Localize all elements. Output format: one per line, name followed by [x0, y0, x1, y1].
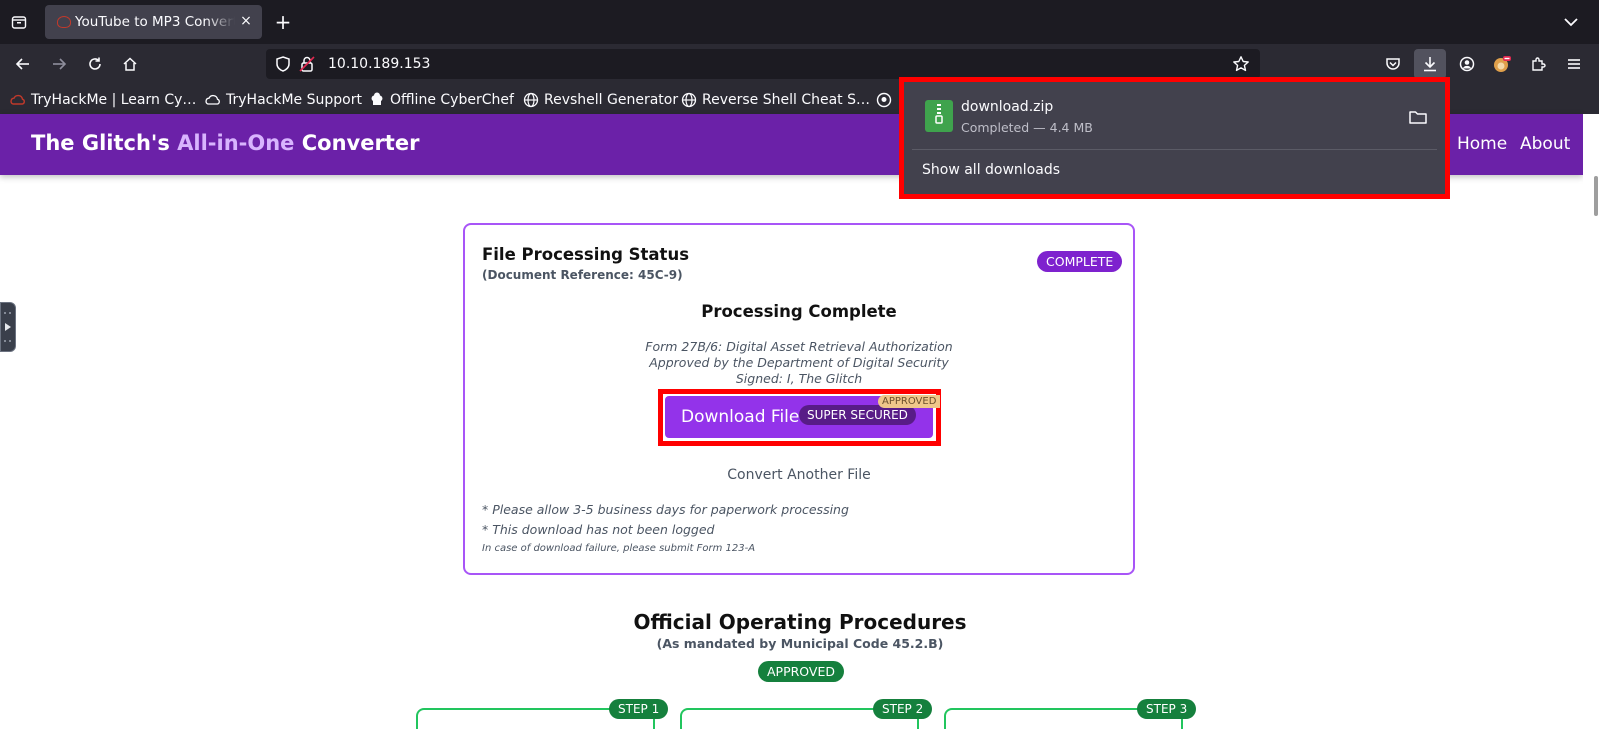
- bookmark-star-icon[interactable]: [1232, 55, 1250, 73]
- reload-button[interactable]: [82, 52, 108, 76]
- bookmark-github[interactable]: [876, 90, 892, 110]
- account-icon: [1459, 56, 1475, 72]
- bookmark-revshell[interactable]: Revshell Generator: [523, 90, 678, 110]
- globe-icon: [523, 92, 539, 108]
- nav-home-link[interactable]: Home: [1457, 134, 1507, 154]
- note-failure: In case of download failure, please subm…: [482, 543, 756, 554]
- app-menu-button[interactable]: [1561, 52, 1587, 76]
- back-button[interactable]: [10, 52, 36, 76]
- insecure-lock-icon[interactable]: [298, 55, 316, 73]
- site-title-highlight: All-in-One: [177, 131, 295, 155]
- home-icon: [123, 57, 137, 71]
- approved-stamp: APPROVED: [878, 395, 941, 408]
- status-badge: COMPLETE: [1037, 251, 1123, 272]
- cloud-icon: [205, 94, 220, 105]
- new-tab-button[interactable]: +: [271, 10, 295, 34]
- downloads-panel: download.zip Completed — 4.4 MB Show all…: [904, 82, 1445, 194]
- show-all-downloads-button[interactable]: Show all downloads: [922, 162, 1060, 178]
- forward-button[interactable]: [46, 52, 72, 76]
- extensions-button[interactable]: [1525, 52, 1551, 76]
- download-file-label: Download File: [681, 407, 800, 427]
- chef-icon: [371, 92, 383, 105]
- folder-icon: [1409, 111, 1427, 124]
- processing-title: Processing Complete: [701, 302, 897, 321]
- bookmark-label: TryHackMe | Learn Cy…: [31, 92, 197, 108]
- tryhackme-icon: [10, 94, 25, 105]
- form-authorization-text: Form 27B/6: Digital Asset Retrieval Auth…: [465, 339, 1133, 387]
- download-item[interactable]: download.zip Completed — 4.4 MB: [912, 90, 1437, 142]
- scrollbar-thumb[interactable]: [1594, 176, 1598, 216]
- convert-another-link[interactable]: Convert Another File: [465, 467, 1133, 483]
- bookmark-label: Revshell Generator: [544, 92, 679, 108]
- bookmark-label: Offline CyberChef: [390, 92, 514, 108]
- tab-close-icon[interactable]: ×: [238, 13, 254, 29]
- form-line: Form 27B/6: Digital Asset Retrieval Auth…: [645, 339, 953, 354]
- github-icon: [876, 92, 892, 108]
- nav-about-link[interactable]: About: [1520, 134, 1570, 154]
- firefox-view-button[interactable]: [6, 10, 32, 34]
- super-secured-badge: SUPER SECURED: [799, 405, 916, 425]
- url-bar[interactable]: 10.10.189.153: [266, 49, 1260, 79]
- download-arrow-icon: [1424, 57, 1436, 72]
- tracking-shield-icon[interactable]: [274, 55, 292, 73]
- account-button[interactable]: [1454, 52, 1480, 76]
- pocket-button[interactable]: [1380, 52, 1406, 76]
- browser-tab-bar: YouTube to MP3 Converter × +: [0, 0, 1599, 44]
- open-folder-button[interactable]: [1408, 108, 1428, 126]
- tab-favicon-icon: [57, 16, 71, 28]
- step-badge-2: STEP 2: [873, 699, 933, 719]
- hamburger-menu-icon: [1568, 59, 1580, 69]
- zip-file-icon: [925, 100, 953, 132]
- globe-icon: [681, 92, 697, 108]
- forward-arrow-icon: [53, 58, 67, 70]
- bookmark-label: TryHackMe Support: [226, 92, 362, 108]
- home-button[interactable]: [117, 52, 143, 76]
- card-title: File Processing Status: [482, 245, 690, 264]
- site-title-part1: The Glitch's: [31, 131, 178, 155]
- download-file-name: download.zip: [961, 99, 1054, 115]
- firefox-view-icon: [11, 16, 27, 29]
- site-title[interactable]: The Glitch's All-in-One Converter: [31, 131, 419, 155]
- bookmark-reverse-shell[interactable]: Reverse Shell Cheat S…: [681, 90, 870, 110]
- form-line: Signed: I, The Glitch: [735, 371, 863, 386]
- download-status: Completed — 4.4 MB: [961, 120, 1093, 135]
- file-processing-card: File Processing Status (Document Referen…: [463, 223, 1135, 575]
- list-all-tabs-button[interactable]: [1561, 12, 1581, 32]
- bookmark-tryhackme[interactable]: TryHackMe | Learn Cy…: [10, 90, 196, 110]
- play-icon: [4, 312, 11, 342]
- bookmark-thm-support[interactable]: TryHackMe Support: [205, 90, 362, 110]
- extension-fox-button[interactable]: [1489, 52, 1515, 76]
- puzzle-icon: [1532, 57, 1546, 71]
- procedures-subtitle: (As mandated by Municipal Code 45.2.B): [656, 636, 944, 651]
- note-not-logged: * This download has not been logged: [482, 522, 715, 537]
- active-tab[interactable]: YouTube to MP3 Converter ×: [45, 5, 262, 39]
- back-arrow-icon: [15, 58, 29, 70]
- site-title-part2: Converter: [294, 131, 420, 155]
- side-panel-toggle[interactable]: [0, 302, 16, 352]
- bookmark-label: Reverse Shell Cheat S…: [702, 92, 870, 108]
- procedures-title: Official Operating Procedures: [633, 610, 967, 634]
- downloads-button[interactable]: [1414, 49, 1446, 79]
- pocket-icon: [1386, 58, 1400, 70]
- fox-extension-icon: [1494, 56, 1511, 72]
- downloads-divider: [912, 149, 1437, 150]
- document-reference: (Document Reference: 45C-9): [482, 268, 683, 282]
- approved-badge: APPROVED: [758, 661, 845, 682]
- url-text[interactable]: 10.10.189.153: [328, 56, 430, 72]
- chevron-down-icon: [1564, 18, 1578, 27]
- reload-icon: [89, 57, 101, 70]
- tab-title: YouTube to MP3 Converter: [75, 14, 235, 30]
- bookmark-cyberchef[interactable]: Offline CyberChef: [369, 90, 514, 110]
- form-line: Approved by the Department of Digital Se…: [649, 355, 949, 370]
- step-badge-1: STEP 1: [609, 699, 669, 719]
- note-processing: * Please allow 3-5 business days for pap…: [482, 502, 849, 517]
- step-badge-3: STEP 3: [1137, 699, 1197, 719]
